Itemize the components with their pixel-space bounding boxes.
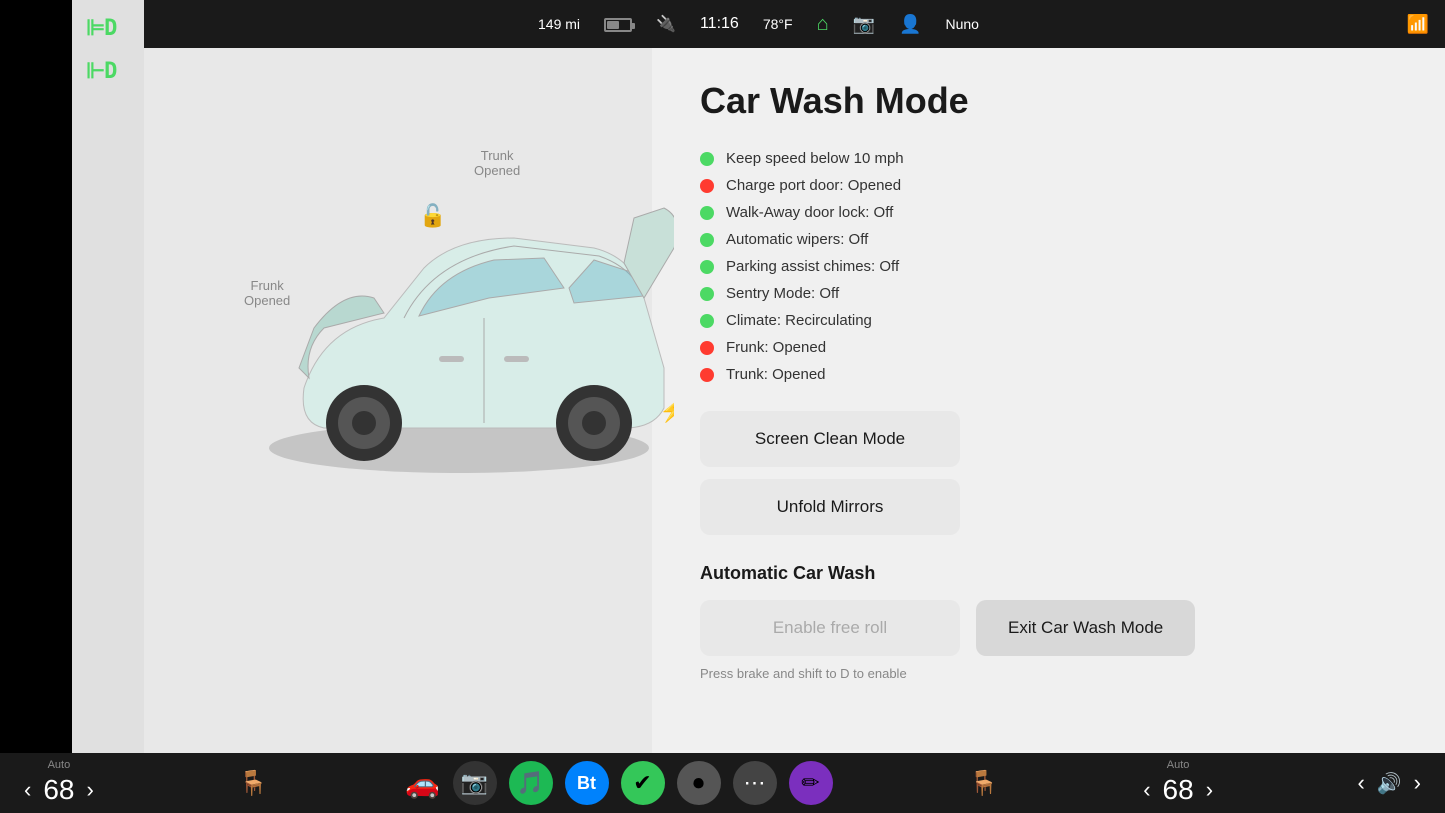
- left-climate-controls: ‹ 68 ›: [16, 773, 102, 807]
- status-label: Charge port door: Opened: [726, 177, 901, 194]
- volume-controls: ‹ 🔊 ›: [1349, 766, 1429, 800]
- car-scene: Trunk Opened Frunk Opened 🔓: [144, 48, 652, 753]
- temperature-display: 78°F: [763, 16, 793, 32]
- exit-car-wash-mode-button[interactable]: Exit Car Wash Mode: [976, 600, 1195, 656]
- status-item: Trunk: Opened: [700, 366, 1397, 383]
- brake-note: Press brake and shift to D to enable: [700, 666, 1397, 681]
- left-climate-up-button[interactable]: ›: [78, 773, 101, 807]
- range-display: 149 mi: [538, 16, 580, 32]
- time-display: 11:16: [700, 15, 739, 33]
- left-climate-num: 68: [43, 774, 74, 806]
- status-item: Parking assist chimes: Off: [700, 258, 1397, 275]
- left-seat-section: 🪑: [230, 765, 276, 802]
- status-dot: [700, 179, 714, 193]
- action-buttons: Screen Clean Mode Unfold Mirrors: [700, 411, 1397, 535]
- left-climate-label: Auto: [48, 759, 71, 771]
- person-icon: 👤: [899, 14, 921, 35]
- status-dot: [700, 260, 714, 274]
- right-seat-button[interactable]: 🪑: [961, 765, 1007, 802]
- car-svg: ⚡: [244, 168, 674, 538]
- status-label: Climate: Recirculating: [726, 312, 872, 329]
- left-climate-down-button[interactable]: ‹: [16, 773, 39, 807]
- charging-icon: 🔌: [656, 14, 676, 34]
- status-dot: [700, 152, 714, 166]
- left-climate-section: Auto ‹ 68 ›: [16, 759, 102, 807]
- car-app-button[interactable]: 🚗: [405, 765, 441, 801]
- wifi-icon: 📶: [1407, 14, 1429, 35]
- right-panel: Car Wash Mode Keep speed below 10 mph Cha…: [652, 48, 1445, 753]
- status-dot: [700, 368, 714, 382]
- checklist-app-button[interactable]: ✔: [621, 761, 665, 805]
- volume-icon: 🔊: [1377, 771, 1402, 796]
- right-climate-label: Auto: [1167, 759, 1190, 771]
- bottom-action-row: Enable free roll Exit Car Wash Mode: [700, 600, 1397, 656]
- status-label: Frunk: Opened: [726, 339, 826, 356]
- camera2-app-button[interactable]: ⏺: [677, 761, 721, 805]
- car-image: ⚡: [244, 168, 674, 548]
- user-name: Nuno: [946, 16, 979, 32]
- bluetooth-app-button[interactable]: Bt: [565, 761, 609, 805]
- home-icon: ⌂: [817, 13, 829, 36]
- status-item: Walk-Away door lock: Off: [700, 204, 1397, 221]
- fog-light-icon[interactable]: ⊩D: [86, 59, 130, 84]
- unfold-mirrors-button[interactable]: Unfold Mirrors: [700, 479, 960, 535]
- automatic-car-wash-section: Automatic Car Wash Enable free roll Exit…: [700, 563, 1397, 681]
- volume-up-button[interactable]: ›: [1406, 766, 1429, 800]
- battery-icon: [604, 16, 632, 32]
- screen-clean-mode-button[interactable]: Screen Clean Mode: [700, 411, 960, 467]
- enable-free-roll-button[interactable]: Enable free roll: [700, 600, 960, 656]
- status-dot: [700, 287, 714, 301]
- status-label: Automatic wipers: Off: [726, 231, 868, 248]
- status-dot: [700, 206, 714, 220]
- status-label: Trunk: Opened: [726, 366, 826, 383]
- taskbar: Auto ‹ 68 › 🪑 🚗 📷 🎵 Bt ✔ ⏺ ⋯ ✏ 🪑 Auto ‹ …: [0, 753, 1445, 813]
- status-item: Climate: Recirculating: [700, 312, 1397, 329]
- status-item: Keep speed below 10 mph: [700, 150, 1397, 167]
- status-label: Parking assist chimes: Off: [726, 258, 899, 275]
- svg-text:⚡: ⚡: [659, 398, 674, 424]
- right-climate-controls: ‹ 68 ›: [1135, 773, 1221, 807]
- status-item: Charge port door: Opened: [700, 177, 1397, 194]
- volume-down-button[interactable]: ‹: [1349, 766, 1372, 800]
- right-seat-section: 🪑: [961, 765, 1007, 802]
- spotify-app-button[interactable]: 🎵: [509, 761, 553, 805]
- main-screen: 149 mi 🔌 11:16 78°F ⌂ 📷 👤 Nuno 📶 ⊫D ⊩D T…: [72, 0, 1445, 753]
- right-climate-up-button[interactable]: ›: [1198, 773, 1221, 807]
- content-area: ⊫D ⊩D Trunk Opened Frunk Opened 🔓: [72, 48, 1445, 753]
- status-bar: 149 mi 🔌 11:16 78°F ⌂ 📷 👤 Nuno 📶: [72, 0, 1445, 48]
- left-sidebar: ⊫D ⊩D: [72, 48, 144, 753]
- page-title: Car Wash Mode: [700, 80, 1397, 122]
- camera-app-button[interactable]: 📷: [453, 761, 497, 805]
- status-label: Keep speed below 10 mph: [726, 150, 904, 167]
- status-label: Sentry Mode: Off: [726, 285, 839, 302]
- automatic-car-wash-title: Automatic Car Wash: [700, 563, 1397, 584]
- camera-icon: 📷: [853, 14, 875, 35]
- marker-app-button[interactable]: ✏: [789, 761, 833, 805]
- right-climate-num: 68: [1163, 774, 1194, 806]
- status-dot: [700, 233, 714, 247]
- status-dot: [700, 341, 714, 355]
- right-climate-section: Auto ‹ 68 ›: [1135, 759, 1221, 807]
- status-item: Sentry Mode: Off: [700, 285, 1397, 302]
- status-item: Frunk: Opened: [700, 339, 1397, 356]
- car-display-panel: Trunk Opened Frunk Opened 🔓: [144, 48, 652, 753]
- left-seat-button[interactable]: 🪑: [230, 765, 276, 802]
- status-list: Keep speed below 10 mph Charge port door:…: [700, 150, 1397, 383]
- status-dot: [700, 314, 714, 328]
- dots-app-button[interactable]: ⋯: [733, 761, 777, 805]
- status-item: Automatic wipers: Off: [700, 231, 1397, 248]
- status-label: Walk-Away door lock: Off: [726, 204, 893, 221]
- right-climate-down-button[interactable]: ‹: [1135, 773, 1158, 807]
